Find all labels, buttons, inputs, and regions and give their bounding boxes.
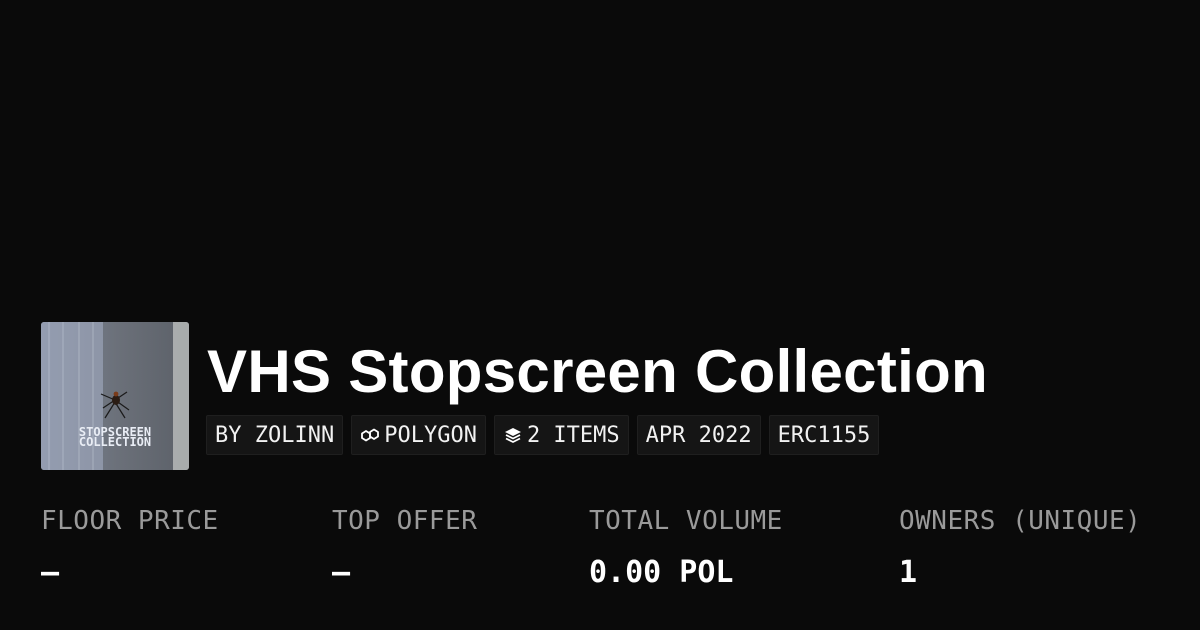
stat-floor-price: FLOOR PRICE — [41, 503, 219, 591]
creator-chip-label: BY ZOLINN [215, 422, 335, 448]
stat-label: TOTAL VOLUME [589, 506, 783, 536]
polygon-chain-icon [360, 425, 380, 445]
collection-meta-chips: BY ZOLINN POLYGON 2 ITEMS APR 2022 ERC11… [206, 415, 880, 455]
collection-thumbnail: STOPSCREEN COLLECTION [41, 322, 189, 470]
stat-value: — [332, 555, 351, 590]
stat-label: TOP OFFER [332, 506, 478, 536]
layers-icon [503, 425, 523, 445]
thumbnail-text-line-2: COLLECTION [79, 435, 151, 449]
stat-label: FLOOR PRICE [41, 506, 219, 536]
stat-total-volume: TOTAL VOLUME 0.00 POL [589, 503, 783, 591]
chain-chip-label: POLYGON [384, 422, 477, 448]
date-chip: APR 2022 [636, 415, 761, 455]
stat-owners: OWNERS (UNIQUE) 1 [899, 503, 1141, 591]
stat-value: 0.00 POL [589, 555, 734, 590]
collection-title: VHS Stopscreen Collection [207, 338, 988, 405]
token-standard-chip: ERC1155 [768, 415, 880, 455]
creator-chip[interactable]: BY ZOLINN [206, 415, 344, 455]
stat-value: 1 [899, 555, 918, 590]
chain-chip[interactable]: POLYGON [351, 415, 486, 455]
items-chip[interactable]: 2 ITEMS [493, 415, 629, 455]
token-standard-chip-label: ERC1155 [777, 422, 871, 448]
items-chip-label: 2 ITEMS [526, 422, 620, 448]
collection-preview-card: STOPSCREEN COLLECTION VHS Stopscreen Col… [0, 0, 1200, 630]
stat-label: OWNERS (UNIQUE) [899, 506, 1142, 536]
stat-top-offer: TOP OFFER — [332, 503, 477, 591]
date-chip-label: APR 2022 [645, 422, 752, 448]
stat-value: — [41, 555, 60, 590]
